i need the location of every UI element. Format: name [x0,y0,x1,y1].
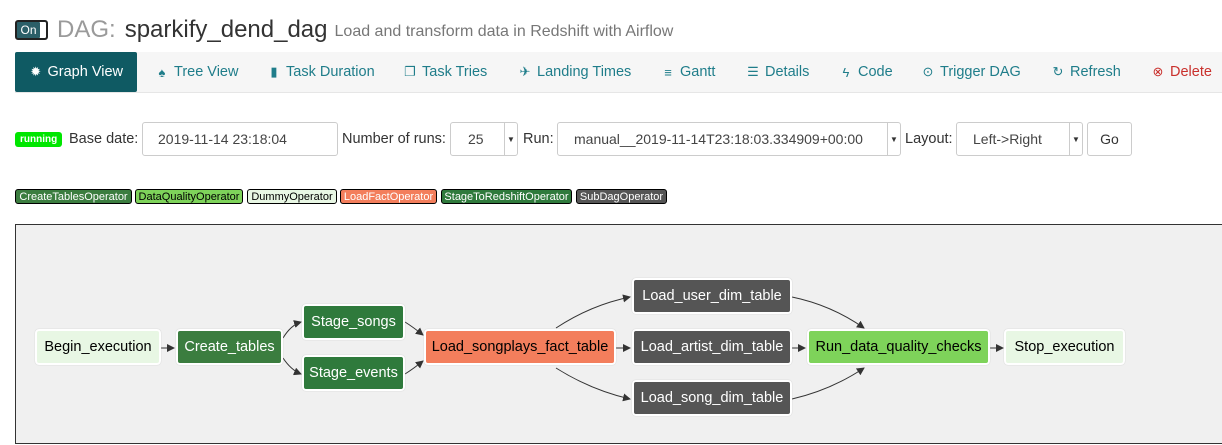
edge-create-stage-events [282,357,302,376]
flash-icon: ϟ [842,64,850,80]
legend-load-fact-operator[interactable]: LoadFactOperator [340,189,437,204]
play-circle-icon: ⊙ [922,64,934,79]
go-button[interactable]: Go [1087,122,1132,156]
tab-gantt[interactable]: ≡ Gantt [661,52,715,92]
layout-select[interactable]: Left->Right ▼ [956,122,1083,156]
run-select[interactable]: manual__2019-11-14T23:18:03.334909+00:00… [557,122,901,156]
asterisk-icon: ✹ [30,64,42,79]
bar-chart-icon: ▮ [270,64,278,79]
tab-task-tries-label: Task Tries [422,64,488,80]
caret-down-icon: ▼ [887,123,900,155]
delete-button[interactable]: ⊗ Delete [1151,52,1212,92]
delete-label: Delete [1170,64,1212,80]
edge-stage-songs-load-fact [404,321,424,336]
graph-controls: running Base date: 2019-11-14 23:18:04 N… [15,122,1222,156]
edge-user-dim-quality [791,296,865,329]
num-runs-value: 25 [468,131,484,147]
tab-landing-times[interactable]: ✈ Landing Times [518,52,632,92]
tab-tree-view[interactable]: ♠ Tree View [155,52,239,92]
plane-icon: ✈ [519,64,531,79]
dag-description: Load and transform data in Redshift with… [334,23,674,40]
align-left-icon: ≡ [664,64,672,80]
files-icon: ❐ [404,64,416,79]
tab-graph-view[interactable]: ✹ Graph View [15,52,137,92]
num-runs-select[interactable]: 25 ▼ [450,122,518,156]
base-date-label: Base date: [69,131,139,147]
task-load-user-dim-table[interactable]: Load_user_dim_table [632,278,792,314]
legend-data-quality-operator[interactable]: DataQualityOperator [135,189,243,204]
refresh-icon: ↻ [1052,64,1064,79]
tab-task-tries[interactable]: ❐ Task Tries [403,52,487,92]
run-value: manual__2019-11-14T23:18:03.334909+00:00 [574,131,863,147]
task-stage-songs[interactable]: Stage_songs [302,304,405,340]
dag-on-toggle[interactable]: On [15,20,48,40]
tab-code[interactable]: ϟ Code [839,52,893,92]
edge-load-fact-song-dim [555,367,631,402]
dag-title-row: On DAG: sparkify_dend_dag Load and trans… [15,14,673,46]
task-load-songplays-fact-table[interactable]: Load_songplays_fact_table [424,329,616,365]
task-load-song-dim-table[interactable]: Load_song_dim_table [632,380,792,416]
base-date-input[interactable]: 2019-11-14 23:18:04 [142,122,338,156]
tab-tree-view-label: Tree View [174,64,239,80]
remove-circle-icon: ⊗ [1152,64,1164,79]
tab-details-label: Details [765,64,810,80]
tree-icon: ♠ [158,64,166,80]
caret-down-icon: ▼ [504,123,517,155]
dag-state: running [15,122,63,156]
tab-gantt-label: Gantt [680,64,716,80]
task-stop-execution[interactable]: Stop_execution [1004,329,1125,365]
tab-task-duration-label: Task Duration [286,64,375,80]
tab-task-duration[interactable]: ▮ Task Duration [267,52,375,92]
legend-dummy-operator[interactable]: DummyOperator [247,189,337,204]
run-label: Run: [523,131,554,147]
refresh-button[interactable]: ↻ Refresh [1051,52,1121,92]
task-run-data-quality-checks[interactable]: Run_data_quality_checks [807,329,990,365]
num-runs-label: Number of runs: [342,131,446,147]
state-badge: running [15,131,63,147]
edge-create-stage-songs [282,320,302,339]
list-icon: ☰ [747,64,759,79]
edge-stage-events-load-fact [404,360,424,375]
legend-stage-to-redshift-operator[interactable]: StageToRedshiftOperator [441,189,572,204]
dag-graph[interactable]: Begin_execution Create_tables Stage_song… [15,224,1222,444]
trigger-dag-button[interactable]: ⊙ Trigger DAG [921,52,1021,92]
edge-song-dim-quality [791,367,865,400]
legend-subdag-operator[interactable]: SubDagOperator [576,189,667,204]
layout-value: Left->Right [973,131,1042,147]
trigger-dag-label: Trigger DAG [940,64,1021,80]
tab-details[interactable]: ☰ Details [746,52,809,92]
refresh-label: Refresh [1070,64,1121,80]
task-create-tables[interactable]: Create_tables [176,329,283,365]
task-load-artist-dim-table[interactable]: Load_artist_dim_table [632,329,792,365]
tab-landing-times-label: Landing Times [537,64,632,80]
dag-view-nav: ✹ Graph View ♠ Tree View ▮ Task Duration… [15,52,1222,93]
tab-code-label: Code [858,64,893,80]
tab-graph-view-label: Graph View [47,64,124,80]
layout-label: Layout: [905,131,953,147]
task-stage-events[interactable]: Stage_events [302,355,405,391]
dag-id: sparkify_dend_dag [124,16,328,43]
legend-create-tables-operator[interactable]: CreateTablesOperator [15,189,132,204]
edge-load-fact-user-dim [555,294,631,329]
task-begin-execution[interactable]: Begin_execution [35,329,161,365]
caret-down-icon: ▼ [1069,123,1082,155]
dag-prefix: DAG: [57,16,116,43]
